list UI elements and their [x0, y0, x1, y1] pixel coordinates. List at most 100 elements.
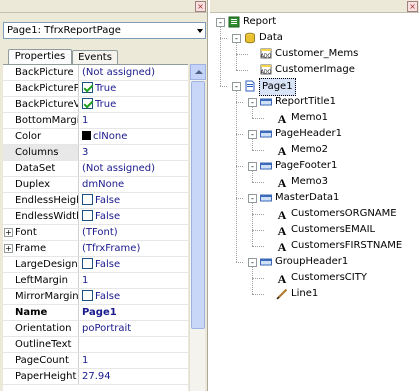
property-row[interactable]: Duplex dmNone [3, 177, 188, 193]
close-tree-button[interactable]: × [407, 1, 418, 12]
memo-icon: A [276, 224, 288, 238]
property-name: LeftMargin [3, 273, 79, 288]
property-value[interactable]: 27.94 [80, 369, 188, 384]
checkbox-icon[interactable] [82, 194, 93, 205]
property-row[interactable]: PageCount 1 [3, 353, 188, 369]
collapse-minus-icon[interactable]: - [216, 18, 225, 27]
property-row[interactable]: LargeDesignH False [3, 257, 188, 273]
property-row[interactable]: + Frame (TfrxFrame) [3, 241, 188, 257]
property-name-label: Duplex [15, 179, 51, 190]
property-name-label: LeftMargin [15, 275, 68, 286]
close-inspector-button[interactable]: × [195, 1, 206, 12]
property-row[interactable]: OutlineText [3, 337, 188, 353]
property-row[interactable]: BottomMargin 1 [3, 113, 188, 129]
property-value[interactable] [80, 337, 188, 352]
tab-events[interactable]: Events [72, 50, 118, 64]
property-value-label: 1 [82, 275, 89, 286]
property-row[interactable]: EndlessWidth False [3, 209, 188, 225]
tree-title-bar: × [210, 0, 419, 13]
property-name: + Font [3, 225, 79, 240]
collapse-minus-icon[interactable]: - [232, 82, 241, 91]
collapse-minus-icon[interactable]: - [248, 162, 257, 171]
tree-connector-line [236, 198, 243, 199]
tree-node-label: ReportTitle1 [275, 96, 336, 107]
tree-connector-line [252, 267, 253, 294]
property-value[interactable]: 1 [80, 353, 188, 368]
property-name: PageCount [3, 353, 79, 368]
property-row[interactable]: BackPicture (Not assigned) [3, 65, 188, 81]
scroll-up-button[interactable] [190, 64, 206, 80]
property-name-label: DataSet [15, 163, 56, 174]
tree-connector-line [252, 182, 264, 183]
report-tree-panel: × - Report - Data ADO Customer_Mems ADO Custome… [210, 0, 419, 391]
property-name: BackPictureVi [3, 97, 79, 112]
collapse-minus-icon[interactable]: - [248, 194, 257, 203]
property-row[interactable]: Columns 3 [3, 145, 188, 161]
object-selector-dropdown[interactable]: Page1: TfrxReportPage [3, 22, 206, 39]
property-value[interactable]: dmNone [80, 177, 188, 192]
property-name: Columns [3, 145, 79, 160]
property-value[interactable]: Page1 [80, 305, 188, 320]
tree-node-label: Customer_Mems [275, 48, 359, 59]
property-value[interactable]: 1 [80, 273, 188, 288]
property-row[interactable]: + Font (TFont) [3, 225, 188, 241]
expand-plus-icon[interactable]: + [4, 228, 13, 237]
property-value-label: (Not assigned) [82, 163, 156, 174]
tab-properties[interactable]: Properties [8, 49, 72, 64]
property-row[interactable]: Orientation poPortrait [3, 321, 188, 337]
object-inspector-panel: × Page1: TfrxReportPage Properties Event… [0, 0, 208, 391]
property-value[interactable]: 3 [80, 145, 188, 160]
property-value-label: (TFont) [82, 227, 118, 238]
checkbox-icon[interactable] [82, 258, 93, 269]
tree-node-label: MasterData1 [275, 192, 340, 203]
property-value[interactable]: False [80, 257, 188, 272]
property-row[interactable]: PaperHeight 27.94 [3, 369, 188, 385]
property-row[interactable]: BackPicturePr True [3, 81, 188, 97]
memo-icon: A [276, 176, 288, 190]
collapse-minus-icon[interactable]: - [248, 130, 257, 139]
property-row[interactable]: DataSet (Not assigned) [3, 161, 188, 177]
property-value[interactable]: 1 [80, 113, 188, 128]
property-value-label: False [95, 291, 121, 302]
property-value[interactable]: poPortrait [80, 321, 188, 336]
checkbox-icon[interactable] [82, 98, 93, 109]
property-value-label: False [95, 259, 121, 270]
property-value[interactable]: (TFont) [80, 225, 188, 240]
expand-plus-icon[interactable]: + [4, 244, 13, 253]
svg-text:A: A [278, 176, 287, 188]
property-grid-scrollbar[interactable] [189, 64, 206, 391]
property-name-label: LargeDesignH [15, 259, 79, 270]
scrollbar-thumb[interactable] [191, 81, 205, 329]
checkbox-icon[interactable] [82, 290, 93, 301]
collapse-minus-icon[interactable]: - [248, 258, 257, 267]
dataset-icon: ADO [260, 64, 272, 76]
property-name-label: Columns [15, 147, 59, 158]
property-value[interactable]: False [80, 209, 188, 224]
property-value[interactable]: True [80, 81, 188, 96]
property-name: BottomMargin [3, 113, 79, 128]
property-name: EndlessWidth [3, 209, 79, 224]
property-value[interactable]: False [80, 193, 188, 208]
property-value[interactable]: clNone [80, 129, 188, 144]
collapse-minus-icon[interactable]: - [232, 34, 241, 43]
property-name: BackPicture [3, 65, 79, 80]
property-row[interactable]: Name Page1 [3, 305, 188, 321]
property-row[interactable]: EndlessHeigh False [3, 193, 188, 209]
property-row[interactable]: Color clNone [3, 129, 188, 145]
tree-connector-line [252, 246, 264, 247]
property-row[interactable]: MirrorMargins False [3, 289, 188, 305]
property-value[interactable]: False [80, 289, 188, 304]
property-value-label: clNone [93, 131, 128, 142]
tree-node-label: PageFooter1 [275, 160, 338, 171]
property-row[interactable]: BackPictureVi True [3, 97, 188, 113]
property-name: LargeDesignH [3, 257, 79, 272]
collapse-minus-icon[interactable]: - [248, 98, 257, 107]
property-value[interactable]: (Not assigned) [80, 65, 188, 80]
property-value[interactable]: True [80, 97, 188, 112]
property-name-label: Color [15, 131, 42, 142]
property-row[interactable]: LeftMargin 1 [3, 273, 188, 289]
checkbox-icon[interactable] [82, 82, 93, 93]
checkbox-icon[interactable] [82, 210, 93, 221]
property-value[interactable]: (Not assigned) [80, 161, 188, 176]
property-value[interactable]: (TfrxFrame) [80, 241, 188, 256]
